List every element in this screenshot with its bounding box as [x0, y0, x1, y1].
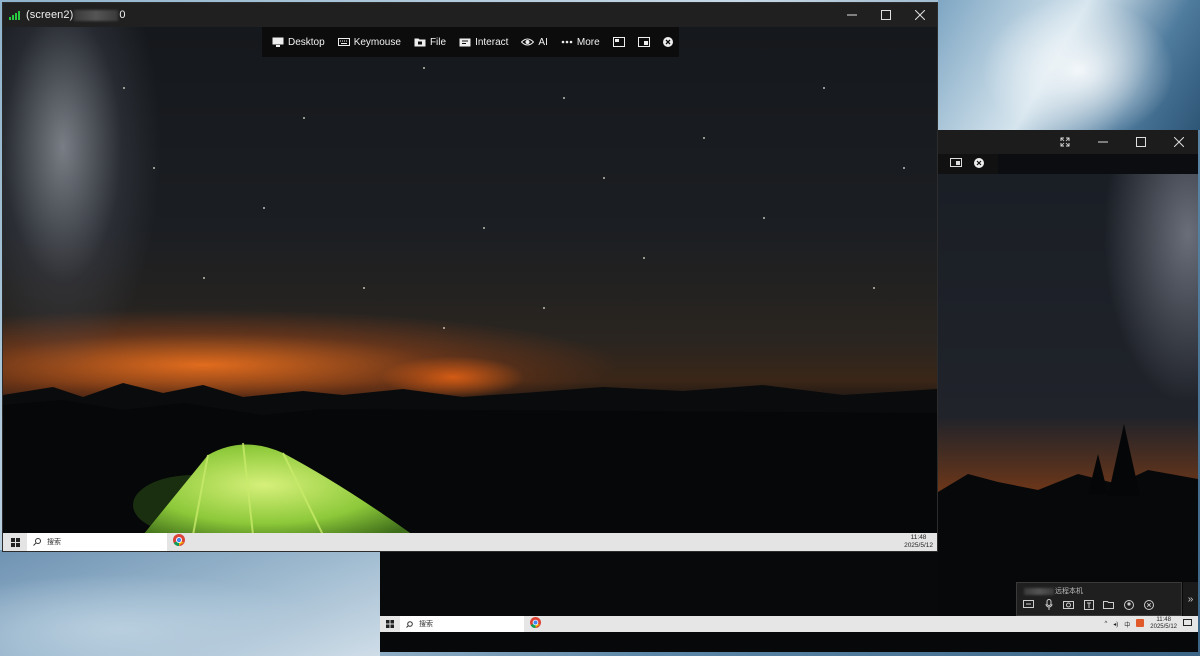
screen-switch-icon[interactable] [950, 155, 962, 173]
secondary-window-titlebar[interactable] [938, 130, 1198, 154]
night-landscape-image [938, 424, 1198, 616]
disconnect-button[interactable] [662, 37, 673, 47]
secondary-remote-screen[interactable] [938, 174, 1198, 616]
window-title: (screen2) 0 [26, 9, 126, 21]
glowing-tent [133, 442, 411, 533]
clock-time: 11:48 [1156, 617, 1171, 623]
text-icon[interactable] [1083, 599, 1094, 610]
screen-switch-button[interactable] [637, 37, 650, 47]
taskbar-search-label: 搜索 [419, 621, 433, 628]
keyboard-icon [337, 38, 350, 46]
search-icon [406, 620, 413, 628]
eye-icon [521, 38, 535, 46]
window-title-suffix: 0 [119, 9, 126, 21]
volume-icon[interactable]: ◂) [1113, 621, 1118, 628]
ai-button[interactable]: AI [521, 36, 548, 48]
search-icon [33, 538, 41, 546]
microphone-icon[interactable] [1043, 599, 1054, 610]
maximize-icon[interactable] [869, 3, 903, 27]
chat-icon[interactable] [1023, 599, 1034, 610]
keymouse-label: Keymouse [353, 36, 401, 48]
chrome-icon[interactable] [530, 615, 541, 633]
host-wallpaper-bottom-left [0, 550, 380, 656]
ai-label: AI [538, 36, 548, 48]
clock-time: 11:48 [910, 534, 927, 541]
notification-icon[interactable] [1183, 619, 1192, 629]
system-tray: ^ ◂) 中 11:48 2025/5/12 [1104, 617, 1198, 631]
desktop-button[interactable]: Desktop [272, 37, 325, 48]
remote-control-toolbar: Desktop Keymouse File Interact AI More [262, 27, 679, 57]
interact-label: Interact [475, 36, 509, 48]
more-label: More [576, 36, 600, 48]
close-circle-icon[interactable] [974, 155, 984, 173]
keymouse-button[interactable]: Keymouse [337, 36, 401, 48]
secondary-window-toolbar [938, 154, 998, 174]
taskbar-clock[interactable]: 11:48 2025/5/12 [1150, 617, 1177, 631]
minimize-icon[interactable] [1084, 130, 1122, 154]
secondary-remote-taskbar: 搜索 ^ ◂) 中 11:48 2025/5/12 [380, 616, 1198, 632]
screen-switch-icon [637, 37, 650, 47]
clock-date: 2025/5/12 [1150, 624, 1177, 630]
close-icon[interactable] [1160, 130, 1198, 154]
file-button[interactable]: File [414, 37, 446, 48]
monitor-icon [272, 37, 284, 47]
secondary-window-bottom-strip [380, 632, 1198, 652]
host-wallpaper-top-right [938, 0, 1200, 130]
close-icon[interactable] [903, 3, 937, 27]
maximize-icon[interactable] [1122, 130, 1160, 154]
folder-icon[interactable] [1103, 599, 1114, 610]
redacted-text [74, 9, 119, 21]
taskbar-search-box[interactable]: 搜索 [400, 616, 524, 632]
user-icon[interactable] [1123, 599, 1134, 610]
windows-start-icon[interactable] [380, 616, 400, 632]
screenshot-icon[interactable] [1063, 599, 1074, 610]
minimize-icon[interactable] [835, 3, 869, 27]
more-dots-icon [561, 40, 573, 44]
screen-layout-button[interactable] [612, 37, 625, 47]
close-circle-icon[interactable] [1143, 599, 1154, 610]
signal-strength-icon [9, 10, 20, 20]
interact-button[interactable]: Interact [459, 37, 508, 48]
desktop-label: Desktop [288, 36, 325, 48]
folder-icon [414, 38, 426, 47]
more-button[interactable]: More [561, 37, 600, 48]
chevron-up-icon[interactable]: ^ [1104, 621, 1107, 627]
app-tray-icon[interactable] [1136, 619, 1145, 629]
fullscreen-icon[interactable] [1046, 130, 1084, 154]
main-remote-screen[interactable] [3, 27, 937, 533]
expand-panel-chevron-icon[interactable]: » [1183, 582, 1198, 616]
file-label: File [429, 36, 447, 48]
taskbar-clock[interactable]: 11:48 2025/5/12 [904, 534, 933, 550]
ime-icon[interactable]: 中 [1124, 620, 1130, 629]
chrome-icon[interactable] [173, 533, 185, 551]
taskbar-search-box[interactable]: 搜索 [27, 533, 167, 551]
main-window-titlebar[interactable]: (screen2) 0 [3, 3, 937, 27]
panel-label: 远程本机 [1055, 588, 1083, 595]
main-remote-taskbar: 搜索 11:48 2025/5/12 [3, 533, 937, 551]
close-circle-icon [662, 37, 673, 47]
clock-date: 2025/5/12 [904, 542, 933, 549]
remote-control-panel[interactable]: 远程本机 [1016, 582, 1182, 616]
taskbar-search-label: 搜索 [47, 539, 61, 546]
main-remote-window[interactable]: (screen2) 0 Desktop Keymouse File Intera… [2, 2, 938, 552]
windows-start-icon[interactable] [3, 533, 27, 551]
window-title-prefix: (screen2) [26, 9, 74, 21]
interact-icon [459, 38, 471, 47]
screen-layout-icon [612, 37, 625, 47]
